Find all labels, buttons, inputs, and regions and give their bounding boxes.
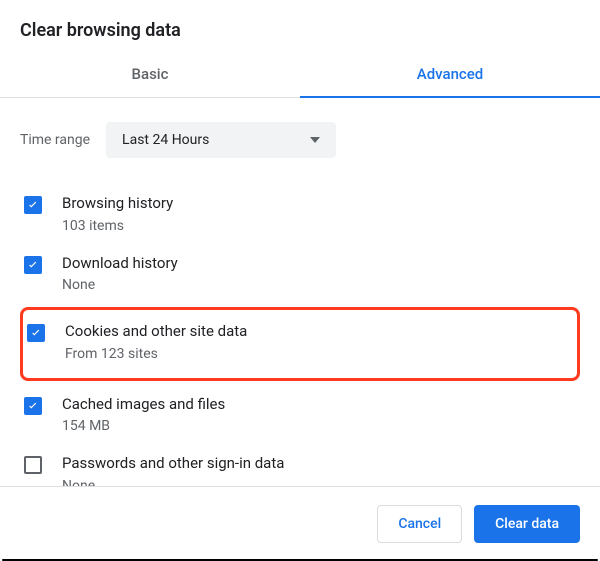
item-subtext: From 123 sites <box>65 346 247 362</box>
checkbox[interactable] <box>24 196 42 214</box>
tab-advanced[interactable]: Advanced <box>300 51 600 97</box>
checkbox[interactable] <box>24 456 42 474</box>
chevron-down-icon <box>310 137 320 143</box>
item-subtext: 154 MB <box>62 418 225 434</box>
checkbox[interactable] <box>27 324 45 342</box>
list-item: Cached images and files 154 MB <box>20 385 580 445</box>
item-text: Download history None <box>62 254 178 294</box>
dialog-footer: Cancel Clear data <box>0 486 600 561</box>
dialog-title: Clear browsing data <box>20 20 580 41</box>
cancel-button-label: Cancel <box>398 516 441 532</box>
item-label: Passwords and other sign-in data <box>62 454 284 474</box>
tab-advanced-label: Advanced <box>417 65 483 83</box>
cancel-button[interactable]: Cancel <box>377 505 462 543</box>
clear-data-button-label: Clear data <box>495 516 559 532</box>
clear-data-button[interactable]: Clear data <box>474 505 580 543</box>
checkbox[interactable] <box>24 256 42 274</box>
time-range-value: Last 24 Hours <box>122 132 209 148</box>
item-text: Cached images and files 154 MB <box>62 395 225 435</box>
list-item: Download history None <box>20 244 580 304</box>
tab-basic[interactable]: Basic <box>0 51 300 97</box>
item-label: Cached images and files <box>62 395 225 415</box>
dialog-content: Time range Last 24 Hours Browsing histor… <box>0 98 600 524</box>
item-text: Browsing history 103 items <box>62 194 173 234</box>
item-label: Download history <box>62 254 178 274</box>
list-item: Browsing history 103 items <box>20 184 580 244</box>
time-range-select[interactable]: Last 24 Hours <box>106 122 336 158</box>
item-label: Browsing history <box>62 194 173 214</box>
item-text: Cookies and other site data From 123 site… <box>65 322 247 362</box>
tab-bar: Basic Advanced <box>0 51 600 98</box>
item-subtext: None <box>62 277 178 293</box>
dialog-header: Clear browsing data <box>0 0 600 51</box>
time-range-label: Time range <box>20 132 90 148</box>
checkbox[interactable] <box>24 397 42 415</box>
list-item: Cookies and other site data From 123 site… <box>20 307 580 381</box>
item-subtext: 103 items <box>62 218 173 234</box>
time-range-row: Time range Last 24 Hours <box>20 122 580 158</box>
tab-basic-label: Basic <box>132 65 169 83</box>
clear-browsing-data-dialog: Clear browsing data Basic Advanced Time … <box>0 0 600 561</box>
items-list: Browsing history 103 items Download histor… <box>20 184 580 524</box>
item-label: Cookies and other site data <box>65 322 247 342</box>
